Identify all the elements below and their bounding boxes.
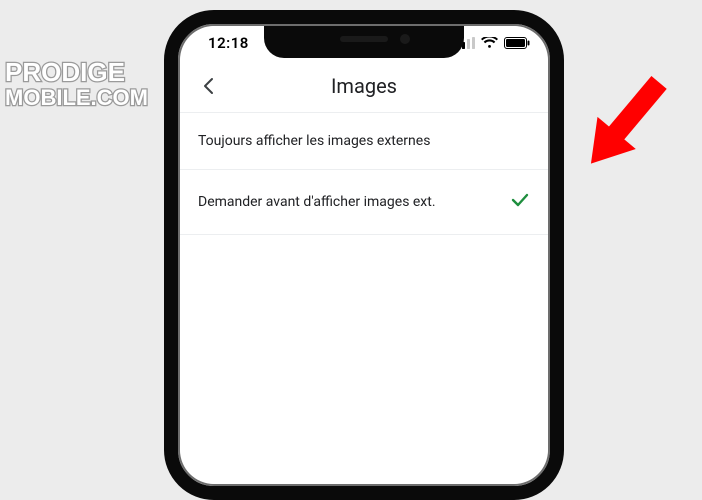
option-always-show-external-images[interactable]: Toujours afficher les images externes [180, 113, 548, 170]
svg-text:PRODIGE: PRODIGE [5, 57, 125, 87]
battery-icon [504, 37, 530, 49]
option-label: Toujours afficher les images externes [198, 133, 430, 149]
option-ask-before-showing-external-images[interactable]: Demander avant d'afficher images ext. [180, 170, 548, 235]
status-icons [457, 37, 530, 49]
check-icon [510, 190, 530, 214]
phone-frame: 12:18 [164, 10, 564, 500]
option-label: Demander avant d'afficher images ext. [198, 194, 436, 210]
nav-header: Images [180, 60, 548, 112]
page-title: Images [331, 74, 397, 98]
annotation-arrow [560, 58, 690, 212]
watermark-logo: PRODIGE MOBILE.COM [5, 55, 210, 113]
device-notch [264, 26, 464, 58]
wifi-icon [481, 37, 498, 49]
status-time: 12:18 [208, 34, 249, 52]
svg-text:MOBILE.COM: MOBILE.COM [5, 85, 148, 110]
